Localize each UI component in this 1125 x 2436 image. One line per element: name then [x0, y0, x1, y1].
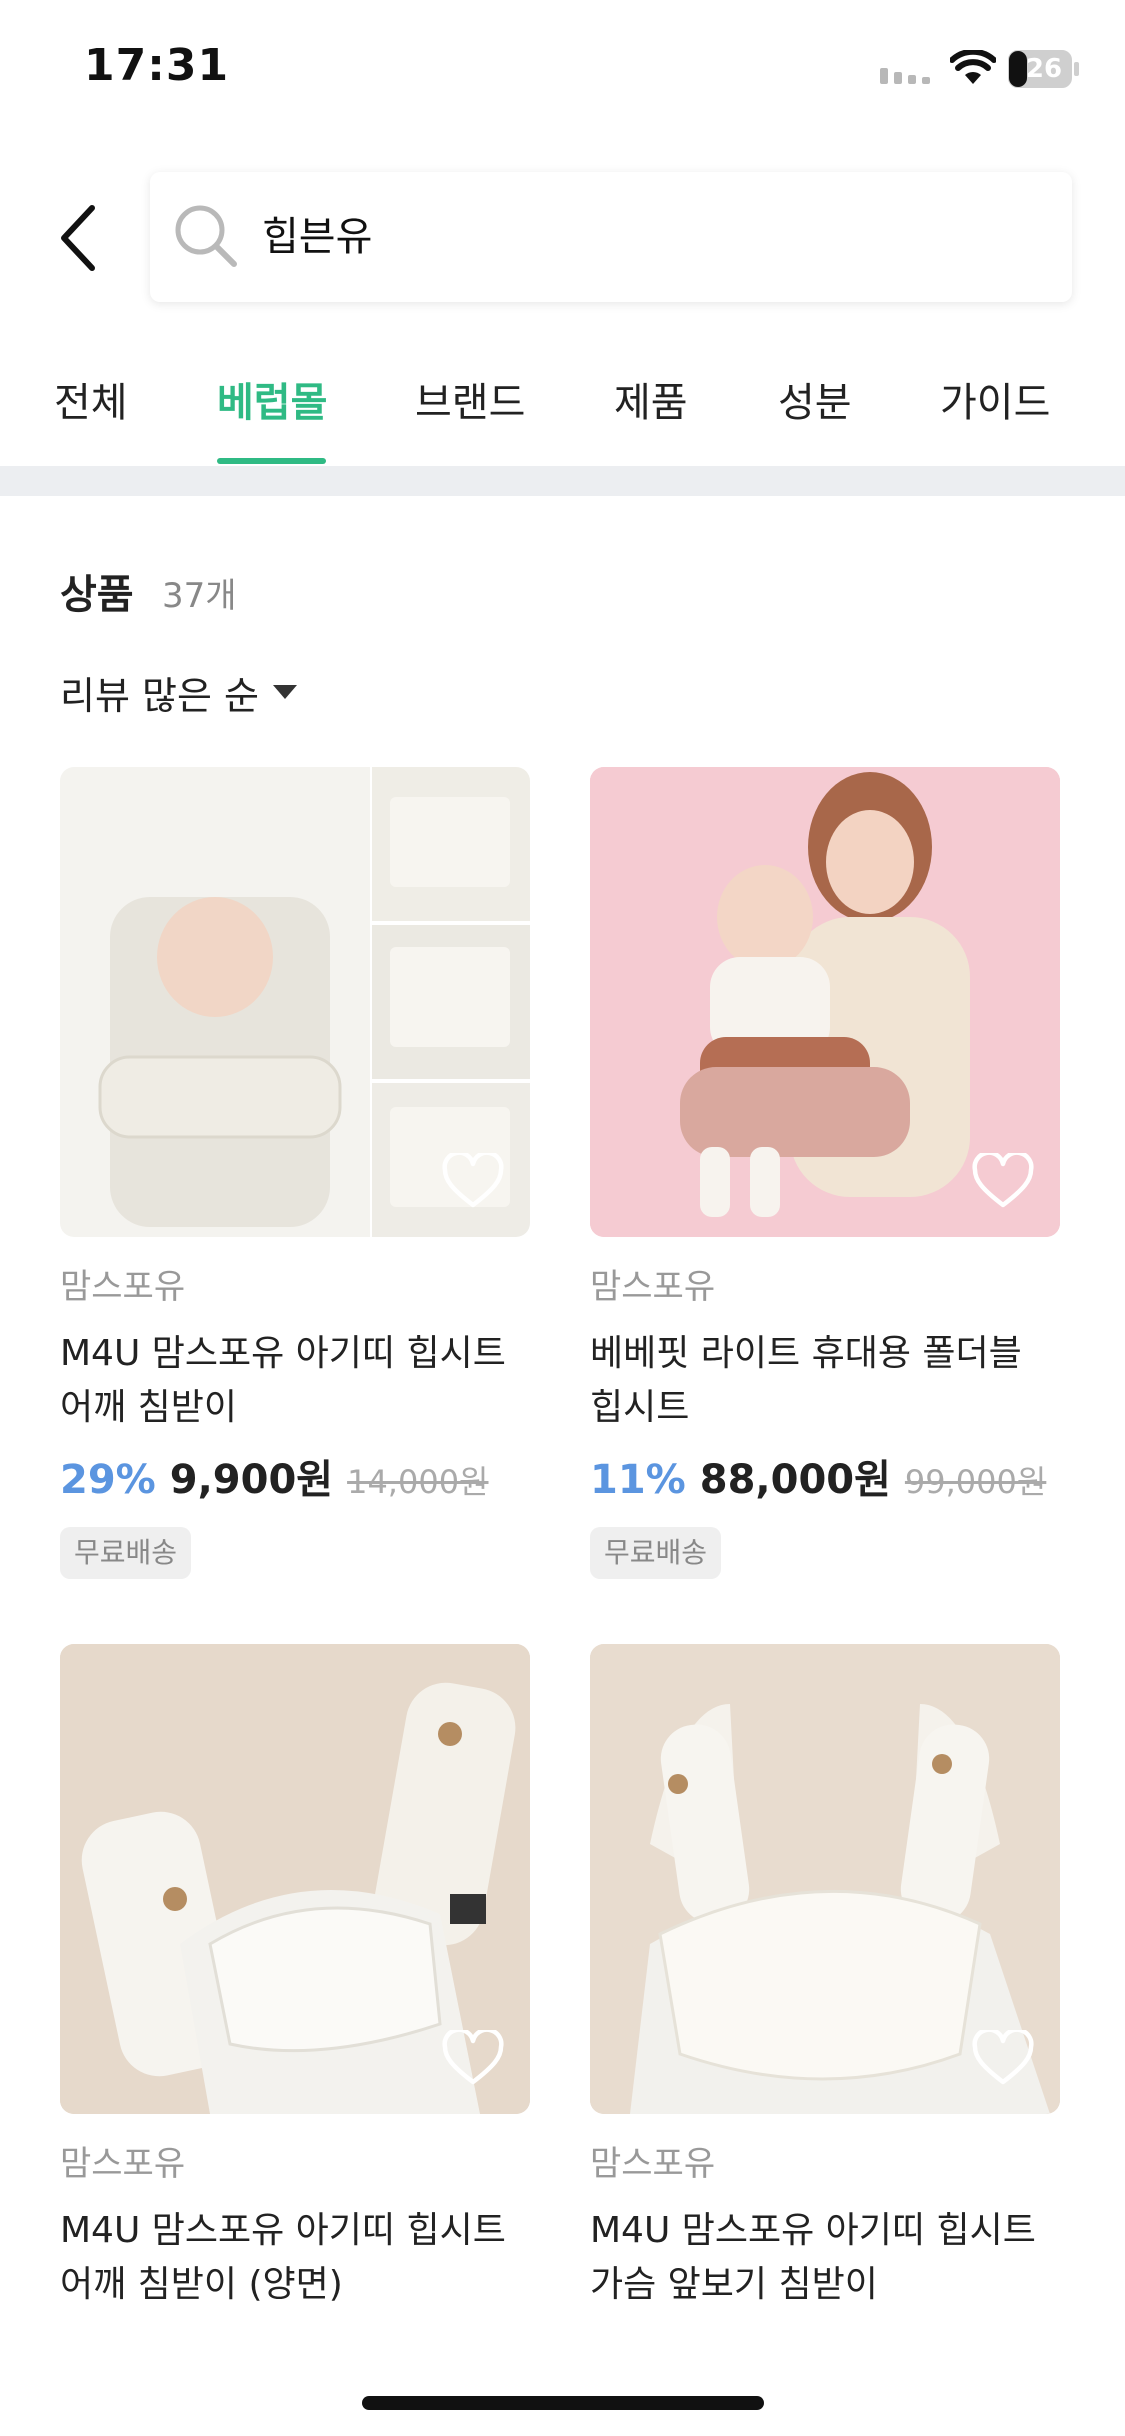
free-shipping-badge: 무료배송	[590, 1527, 722, 1579]
product-card[interactable]: 맘스포유 M4U 맘스포유 아기띠 힙시트 가슴 앞보기 침받이	[590, 1644, 1060, 2312]
product-name: M4U 맘스포유 아기띠 힙시트 가슴 앞보기 침받이	[590, 2210, 1036, 2305]
category-tabs: 전체 베럽몰 브랜드 제품 성분 가이드	[0, 360, 1125, 466]
original-price: 99,000원	[904, 1463, 1047, 1501]
price-row: 29% 9,900원 14,000원	[60, 1447, 530, 1505]
heart-icon[interactable]	[972, 2030, 1034, 2086]
tab-berupmall[interactable]: 베럽몰	[217, 378, 327, 428]
tab-all[interactable]: 전체	[54, 378, 128, 428]
section-divider	[0, 466, 1125, 496]
search-icon	[175, 205, 237, 267]
products-count: 37개	[162, 576, 237, 616]
status-bar: 17:31 26	[0, 0, 1125, 140]
tab-brand[interactable]: 브랜드	[415, 378, 525, 428]
status-time: 17:31	[84, 40, 230, 91]
tab-ingredient[interactable]: 성분	[778, 378, 852, 428]
product-card[interactable]: 맘스포유 베베핏 라이트 휴대용 폴더블 힙시트 11% 88,000원 99,…	[590, 767, 1060, 1579]
product-brand: 맘스포유	[590, 1267, 716, 1307]
product-image[interactable]	[590, 767, 1060, 1237]
product-image[interactable]	[60, 767, 530, 1237]
tab-product[interactable]: 제품	[614, 378, 688, 428]
home-indicator[interactable]	[362, 2396, 764, 2410]
original-price: 14,000원	[347, 1463, 489, 1501]
product-image[interactable]	[60, 1644, 530, 2114]
search-query: 힙븐유	[262, 214, 373, 260]
heart-icon[interactable]	[972, 1153, 1034, 1209]
tab-active-indicator	[217, 458, 326, 464]
heart-icon[interactable]	[442, 1153, 504, 1209]
product-name: M4U 맘스포유 아기띠 힙시트 어깨 침받이	[60, 1333, 506, 1428]
wifi-icon	[950, 50, 996, 84]
free-shipping-badge: 무료배송	[60, 1527, 192, 1579]
caret-down-icon	[272, 685, 297, 699]
battery-level: 26	[1025, 54, 1063, 84]
heart-icon[interactable]	[442, 2030, 504, 2086]
product-brand: 맘스포유	[60, 2144, 186, 2184]
product-name: 베베핏 라이트 휴대용 폴더블 힙시트	[590, 1333, 1022, 1428]
sort-label: 리뷰 많은 순	[60, 673, 259, 718]
search-input[interactable]: 힙븐유	[150, 172, 1072, 302]
product-brand: 맘스포유	[590, 2144, 716, 2184]
sort-dropdown[interactable]: 리뷰 많은 순	[60, 664, 297, 720]
price-row: 11% 88,000원 99,000원	[590, 1447, 1060, 1505]
product-card[interactable]: 맘스포유 M4U 맘스포유 아기띠 힙시트 어깨 침받이 29% 9,900원 …	[60, 767, 530, 1579]
product-brand: 맘스포유	[60, 1267, 186, 1307]
screen: 17:31 26 힙븐유 전체 베럽몰 브랜드 제품 성분 가이드 상품 37개…	[0, 0, 1125, 2436]
tab-guide[interactable]: 가이드	[940, 378, 1050, 428]
back-button[interactable]	[50, 200, 110, 276]
signal-icon	[880, 68, 930, 84]
sale-price: 9,900원	[169, 1457, 334, 1503]
product-card[interactable]: 맘스포유 M4U 맘스포유 아기띠 힙시트 어깨 침받이 (양면)	[60, 1644, 530, 2312]
discount-rate: 11%	[590, 1457, 686, 1503]
product-name: M4U 맘스포유 아기띠 힙시트 어깨 침받이 (양면)	[60, 2210, 506, 2305]
products-title: 상품	[60, 572, 134, 618]
discount-rate: 29%	[60, 1457, 156, 1503]
sale-price: 88,000원	[699, 1457, 891, 1503]
product-image[interactable]	[590, 1644, 1060, 2114]
